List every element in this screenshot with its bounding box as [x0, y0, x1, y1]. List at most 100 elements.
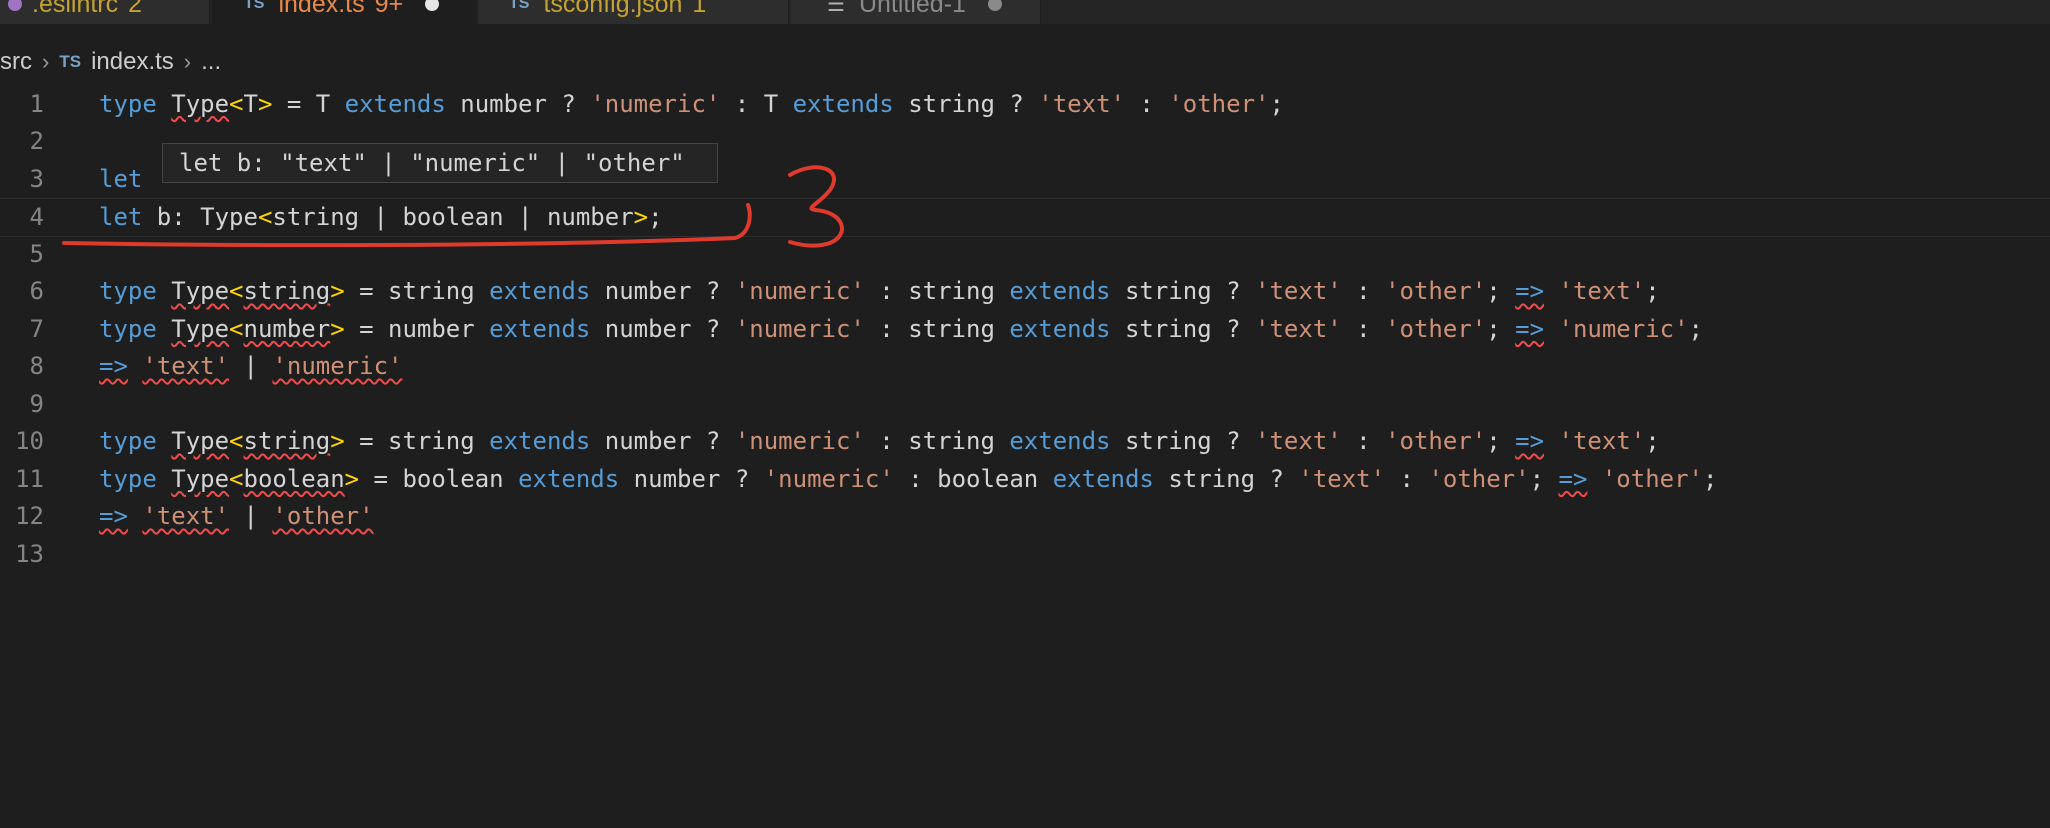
code-token: extends	[489, 277, 591, 305]
line-number: 11	[15, 464, 44, 493]
code-token: >	[330, 314, 345, 343]
breadcrumb-folder[interactable]: src	[0, 48, 32, 76]
code-token: : string	[864, 427, 1010, 455]
code-token: 'numeric'	[763, 464, 894, 493]
breadcrumb: src › TS index.ts › ...	[0, 44, 221, 80]
code-token: 'text'	[1255, 314, 1342, 343]
code-token: 'numeric'	[734, 314, 865, 343]
code-token: ;	[1269, 89, 1284, 118]
line-number: 2	[29, 127, 44, 155]
code-token: 'text'	[142, 352, 230, 380]
code-token: 'other'	[1428, 464, 1530, 493]
code-token: extends	[489, 427, 591, 455]
tab-bar: .eslintrc 2 TS index.ts 9+ TS tsconfig.j…	[0, 0, 2050, 24]
code-token: number ?	[590, 314, 735, 343]
code-token: >	[257, 89, 273, 118]
code-line[interactable]: 6 type Type<string> = string extends numb…	[0, 273, 2050, 310]
typescript-file-icon: TS	[509, 0, 530, 12]
line-number: 4	[29, 203, 44, 231]
code-token: 'other'	[1168, 89, 1270, 118]
code-token: string	[243, 427, 331, 455]
code-token: Type	[171, 89, 230, 118]
unsaved-dot-icon[interactable]	[987, 0, 1002, 11]
code-token: 'text'	[1255, 427, 1342, 455]
tab-label: .eslintrc	[32, 0, 119, 18]
code-line[interactable]: 1 type Type<T> = T extends number ? 'nume…	[0, 85, 2050, 122]
code-line[interactable]: 13	[0, 535, 2050, 572]
code-token: let	[99, 203, 143, 231]
problem-count: 2	[128, 0, 143, 18]
code-text: let	[99, 165, 142, 193]
code-text: type Type<string> = string extends numbe…	[99, 277, 1660, 305]
code-token: = string	[344, 427, 490, 455]
code-token: string	[243, 277, 331, 305]
line-number: 12	[15, 502, 44, 530]
code-token: 'numeric'	[272, 352, 403, 380]
tab-untitled[interactable]: ☰ Untitled-1	[791, 0, 1041, 24]
code-token: <	[229, 464, 244, 493]
code-token: 'numeric'	[734, 277, 865, 305]
code-token: >	[633, 203, 649, 231]
code-token: 'text'	[1558, 277, 1646, 305]
code-token: =>	[1515, 277, 1545, 305]
line-number: 1	[29, 89, 44, 118]
code-token: : string	[864, 277, 1010, 305]
code-token: ;	[1486, 277, 1516, 305]
code-token: 'numeric'	[590, 89, 721, 118]
code-line[interactable]: 12 => 'text' | 'other'	[0, 498, 2050, 535]
line-number: 5	[29, 239, 44, 268]
code-token: type	[99, 464, 157, 493]
code-token: extends	[1009, 314, 1111, 343]
code-token: = boolean	[359, 464, 519, 493]
eslint-icon	[8, 0, 22, 11]
code-token: Type	[171, 314, 230, 343]
code-token: boolean	[243, 464, 345, 493]
unsaved-dot-icon[interactable]	[425, 0, 440, 11]
line-number: 9	[29, 389, 44, 418]
code-token: Type	[171, 464, 230, 493]
text-file-icon: ☰	[827, 0, 845, 16]
code-line[interactable]: 8 => 'text' | 'numeric'	[0, 348, 2050, 385]
code-line[interactable]: 11 type Type<boolean> = boolean extends n…	[0, 460, 2050, 497]
breadcrumb-symbols[interactable]: ...	[201, 48, 221, 76]
code-token: extends	[1009, 277, 1111, 305]
code-token: ;	[1529, 464, 1559, 493]
tab-label: index.ts	[278, 0, 365, 18]
code-line[interactable]: 9	[0, 385, 2050, 422]
hover-type-text: let b: "text" | "numeric" | "other"	[179, 149, 685, 177]
code-token: extends	[518, 464, 620, 493]
code-line[interactable]: 7 type Type<number> = number extends numb…	[0, 310, 2050, 347]
code-token: <	[229, 277, 244, 305]
code-token: =>	[99, 502, 128, 530]
code-token: <	[229, 427, 244, 455]
code-token: extends	[1009, 427, 1111, 455]
code-token: :	[1385, 464, 1429, 493]
code-token: 'other'	[1385, 314, 1487, 343]
tab-tsconfig[interactable]: TS tsconfig.json 1	[479, 0, 789, 24]
code-token: extends	[792, 89, 894, 118]
code-text: type Type<boolean> = boolean extends num…	[99, 465, 1717, 493]
typescript-file-icon: TS	[59, 52, 82, 71]
code-token: |	[229, 502, 273, 530]
code-line[interactable]: 4 let b: Type<string | boolean | number>;	[0, 197, 2050, 237]
code-token: = number	[344, 314, 490, 343]
code-token: Type	[171, 277, 230, 305]
tab-eslintrc[interactable]: .eslintrc 2	[0, 0, 210, 24]
breadcrumb-file[interactable]: index.ts	[91, 48, 174, 76]
code-token: :	[1341, 277, 1386, 305]
tab-index-ts[interactable]: TS index.ts 9+	[212, 0, 477, 24]
code-token: T	[243, 89, 258, 118]
code-token: 'text'	[1298, 464, 1386, 493]
hover-tooltip: let b: "text" | "numeric" | "other"	[162, 143, 718, 183]
code-token: number ?	[445, 89, 591, 118]
code-line[interactable]: 10 type Type<string> = string extends num…	[0, 423, 2050, 460]
code-token: b: Type	[142, 203, 258, 231]
code-line[interactable]: 5	[0, 235, 2050, 272]
tab-label: Untitled-1	[858, 0, 966, 18]
line-number: 6	[29, 277, 44, 305]
